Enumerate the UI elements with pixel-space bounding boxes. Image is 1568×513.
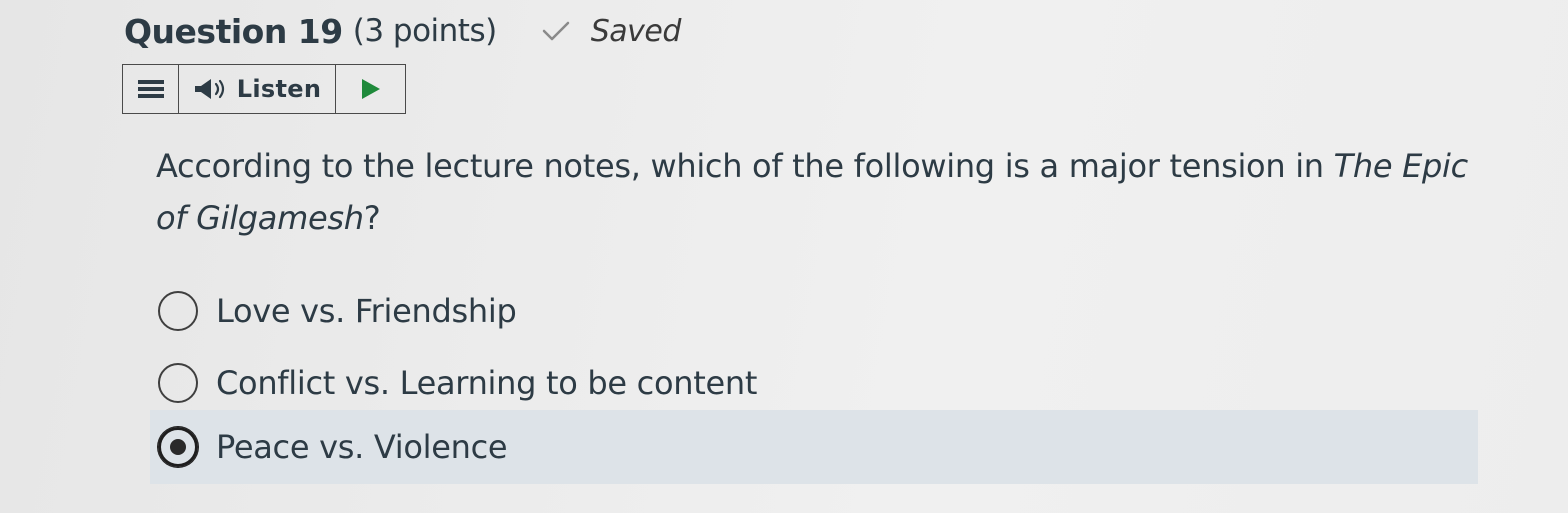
toolbar-menu-button[interactable]: [123, 65, 179, 113]
answer-option-1[interactable]: Love vs. Friendship: [150, 274, 1478, 348]
listen-button[interactable]: Listen: [179, 65, 336, 113]
question-points: (3 points): [352, 13, 497, 49]
question-prompt: According to the lecture notes, which of…: [156, 140, 1476, 244]
question-header: Question 19 (3 points) Saved: [124, 8, 681, 54]
question-title: Question 19: [124, 11, 343, 51]
question-text-before: According to the lecture notes, which of…: [156, 147, 1334, 185]
answer-option-label: Love vs. Friendship: [216, 292, 517, 330]
question-text-after: ?: [363, 199, 381, 237]
radio-button[interactable]: [158, 291, 198, 331]
listen-label: Listen: [236, 75, 322, 103]
answer-option-2[interactable]: Conflict vs. Learning to be content: [150, 346, 1478, 420]
check-icon: [542, 21, 569, 41]
answer-option-label: Conflict vs. Learning to be content: [216, 364, 758, 402]
radio-button-selected[interactable]: [158, 427, 198, 467]
radio-button[interactable]: [158, 363, 198, 403]
saved-label: Saved: [590, 13, 682, 49]
hamburger-menu-icon: [137, 80, 164, 98]
answer-option-3[interactable]: Peace vs. Violence: [150, 410, 1478, 484]
radio-selected-dot: [170, 439, 186, 455]
read-aloud-toolbar: Listen: [122, 64, 406, 114]
play-icon: [361, 79, 380, 99]
speaker-icon: [194, 79, 224, 99]
saved-status: Saved: [541, 14, 681, 49]
answer-option-label: Peace vs. Violence: [216, 428, 508, 466]
play-button[interactable]: [336, 65, 405, 113]
